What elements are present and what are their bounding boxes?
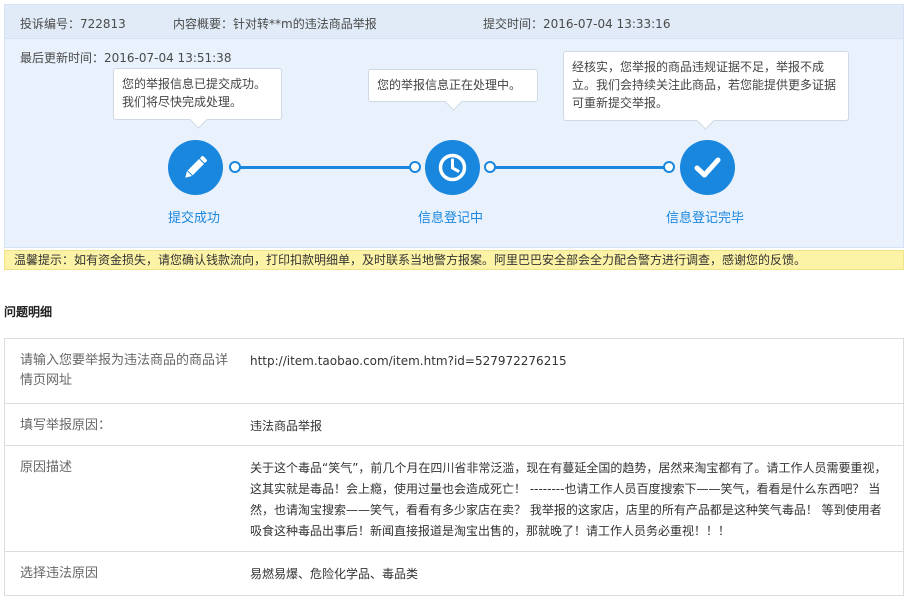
- step-3-indicator: [680, 140, 735, 195]
- warning-tip: 温馨提示：如有资金损失，请您确认钱款流向，打印扣款明细单，及时联系当地警方报案。…: [4, 250, 904, 270]
- row-value: 关于这个毒品“笑气”，前几个月在四川省非常泛滥，现在有蔓延全国的趋势，居然来淘宝…: [250, 461, 887, 538]
- details-table: 请输入您要举报为违法商品的商品详情页网址 http://item.taobao.…: [4, 338, 904, 596]
- clock-icon: [438, 153, 467, 182]
- step-2-message: 您的举报信息正在处理中。: [368, 69, 538, 102]
- check-icon: [694, 157, 721, 178]
- submit-time: 提交时间：2016-07-04 13:33:16: [483, 17, 671, 31]
- connector-dot: [484, 161, 496, 173]
- step-1-indicator: [168, 140, 223, 195]
- row-label: 原因描述: [20, 460, 73, 475]
- step-1-label: 提交成功: [168, 211, 221, 226]
- row-label: 填写举报原因：: [20, 418, 112, 433]
- step-2-label: 信息登记中: [418, 211, 484, 226]
- table-row: 填写举报原因： 违法商品举报: [5, 403, 903, 445]
- progress-connector: [488, 166, 668, 169]
- connector-dot: [663, 161, 675, 173]
- connector-dot: [409, 161, 421, 173]
- table-row: 原因描述 关于这个毒品“笑气”，前几个月在四川省非常泛滥，现在有蔓延全国的趋势，…: [5, 445, 903, 551]
- row-label: 请输入您要举报为违法商品的商品详情页网址: [20, 353, 229, 388]
- pencil-icon: [185, 155, 208, 178]
- connector-dot: [229, 161, 241, 173]
- row-value: 易燃易爆、危险化学品、毒品类: [250, 567, 419, 581]
- row-value: http://item.taobao.com/item.htm?id=52797…: [250, 354, 567, 368]
- complaint-status-panel: 投诉编号：722813 内容概要：针对转**m的违法商品举报 提交时间：2016…: [4, 4, 904, 248]
- step-2-indicator: [425, 140, 480, 195]
- table-row: 选择违法原因 易燃易爆、危险化学品、毒品类: [5, 551, 903, 595]
- section-title: 问题明细: [4, 305, 53, 319]
- row-label: 选择违法原因: [20, 566, 99, 581]
- complaint-summary: 内容概要：针对转**m的违法商品举报: [173, 17, 377, 31]
- progress-connector: [234, 166, 414, 169]
- step-3-label: 信息登记完毕: [666, 211, 745, 226]
- table-row: 请输入您要举报为违法商品的商品详情页网址 http://item.taobao.…: [5, 339, 903, 403]
- complaint-id: 投诉编号：722813: [20, 17, 126, 31]
- complaint-header: 投诉编号：722813 内容概要：针对转**m的违法商品举报 提交时间：2016…: [5, 5, 903, 39]
- row-value: 违法商品举报: [250, 419, 323, 433]
- step-3-message: 经核实，您举报的商品违规证据不足，举报不成立。我们会持续关注此商品，若您能提供更…: [563, 51, 849, 121]
- last-updated-time: 最后更新时间：2016-07-04 13:51:38: [20, 51, 232, 65]
- step-1-message: 您的举报信息已提交成功。我们将尽快完成处理。: [113, 68, 282, 120]
